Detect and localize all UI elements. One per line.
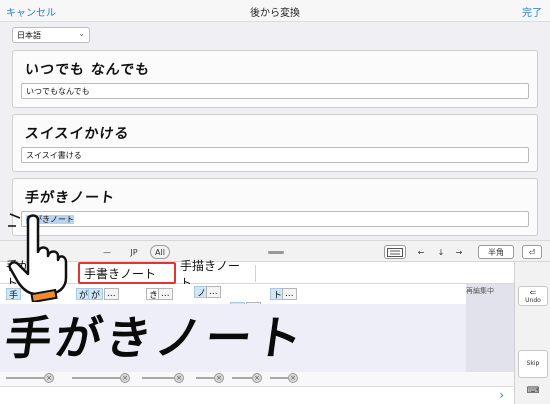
page-title: 後から変換 <box>250 8 300 19</box>
segment-slider[interactable] <box>270 377 288 379</box>
delete-segment-icon[interactable]: × <box>44 373 54 383</box>
note-card[interactable]: スイスイかける スイスイ書ける <box>12 114 538 172</box>
cursor-left-button[interactable]: ← <box>414 245 428 259</box>
note-card[interactable]: いつでも なんでも いつでもなんでも <box>12 50 538 108</box>
delete-segment-icon[interactable]: × <box>252 373 262 383</box>
undo-label: Undo <box>525 297 541 304</box>
handwriting-image: 手がきノート <box>24 190 116 206</box>
delete-segment-icon[interactable]: × <box>174 373 184 383</box>
handwriting-image: いつでも なんでも <box>24 62 151 78</box>
keyboard-icon[interactable] <box>384 245 406 259</box>
more-chip[interactable]: ... <box>282 288 297 300</box>
candidate-item-selected[interactable]: 手書きノート <box>78 262 176 284</box>
drag-handle[interactable] <box>268 251 284 254</box>
delete-segment-icon[interactable]: × <box>288 373 298 383</box>
hide-keyboard-icon[interactable]: ⌨ <box>518 386 548 400</box>
language-label: 日本語 <box>17 31 41 40</box>
converted-text-field[interactable]: いつでもなんでも <box>21 83 529 99</box>
more-chip[interactable]: ... <box>104 288 119 300</box>
handwriting-strokes: 手がきノート <box>1 311 310 365</box>
chevron-down-icon: ⌄ <box>78 29 85 38</box>
conversion-toolbar: — JP All ← ↓ → 半角 ⏎ <box>0 240 550 262</box>
delete-segment-icon[interactable]: × <box>120 373 130 383</box>
delete-segment-icon[interactable]: × <box>214 373 224 383</box>
done-button[interactable]: 完了 <box>522 4 542 19</box>
segment-slider[interactable] <box>6 377 44 379</box>
all-mode-button[interactable]: All <box>150 245 170 259</box>
bottom-bar: › <box>0 386 514 404</box>
cursor-down-button[interactable]: ↓ <box>434 245 448 259</box>
jp-mode-button[interactable]: JP <box>124 245 144 259</box>
enter-button[interactable]: ⏎ <box>522 245 542 259</box>
converted-text-field[interactable]: スイスイ書ける <box>21 147 529 163</box>
converted-text-field[interactable]: 手がきノート <box>21 211 529 227</box>
editing-panel <box>466 284 514 372</box>
editing-label: 再編集中 <box>466 287 494 295</box>
char-chip[interactable]: が <box>88 288 104 301</box>
chevron-right-icon[interactable]: › <box>499 388 504 402</box>
skip-button[interactable]: Skip <box>518 350 548 378</box>
segment-slider[interactable] <box>196 377 214 379</box>
more-chip[interactable]: ... <box>206 286 221 298</box>
handwriting-image: スイスイかける <box>24 126 131 142</box>
candidate-row: 手がきノート 手描きノート 手書きノート <box>0 259 514 290</box>
cursor-right-button[interactable]: → <box>452 245 466 259</box>
segment-slider[interactable] <box>72 377 120 379</box>
more-chip[interactable]: ... <box>158 288 173 300</box>
candidate-item[interactable]: 手描きノート <box>176 259 256 290</box>
undo-icon: ⇐ <box>529 288 537 297</box>
segment-slider[interactable] <box>232 377 252 379</box>
right-panel: ⇐ Undo Skip ⌨ <box>514 262 550 404</box>
segment-slider-row: × × × × × × <box>0 372 514 386</box>
note-card-active[interactable]: 手がきノート 手がきノート <box>12 178 538 236</box>
segment-slider[interactable] <box>142 377 174 379</box>
undo-button[interactable]: ⇐ Undo <box>518 286 548 306</box>
line-mode-button[interactable]: — <box>100 245 114 259</box>
language-select[interactable]: 日本語 ⌄ <box>12 27 90 43</box>
half-width-space-button[interactable]: 半角 <box>478 245 514 259</box>
pointing-hand-icon <box>8 212 68 302</box>
